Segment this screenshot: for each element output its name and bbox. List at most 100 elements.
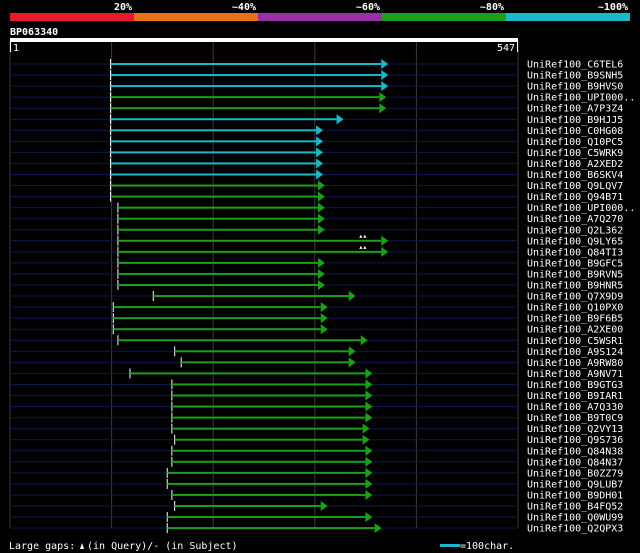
hit-row[interactable]: UniRef100_B9GTG3	[10, 379, 623, 391]
hit-name[interactable]: UniRef100_UPI000..	[527, 203, 635, 214]
hit-alignment-bar[interactable]	[174, 505, 321, 507]
hit-row[interactable]: UniRef100_B9IAR1	[10, 390, 623, 403]
hit-row[interactable]: UniRef100_Q84TI3	[10, 245, 623, 259]
hit-alignment-bar[interactable]	[167, 516, 366, 519]
hit-name[interactable]: UniRef100_C6TEL6	[527, 60, 623, 71]
hit-alignment-bar[interactable]	[113, 328, 321, 331]
hit-alignment-bar[interactable]	[181, 361, 349, 364]
hit-name[interactable]: UniRef100_B9RVN5	[527, 269, 623, 280]
hit-name[interactable]: UniRef100_B9GFC5	[527, 258, 623, 269]
hit-name[interactable]: UniRef100_Q2VY13	[527, 424, 623, 435]
hit-alignment-bar[interactable]	[167, 527, 375, 530]
hit-name[interactable]: UniRef100_B4FQ52	[527, 502, 623, 513]
hit-name[interactable]: UniRef100_A2XE00	[527, 325, 623, 336]
hit-alignment-bar[interactable]	[110, 63, 382, 65]
hit-row[interactable]: UniRef100_B9HNR5	[10, 280, 623, 292]
hit-row[interactable]: UniRef100_A9S124	[10, 346, 623, 358]
hit-row[interactable]: UniRef100_B0ZZ79	[10, 467, 623, 480]
hit-row[interactable]: UniRef100_B9HVS0	[10, 81, 623, 93]
hit-row[interactable]: UniRef100_B9RVN5	[10, 268, 623, 281]
hit-alignment-bar[interactable]	[171, 405, 366, 408]
hit-row[interactable]: UniRef100_A2XED2	[10, 158, 623, 170]
hit-name[interactable]: UniRef100_Q2L362	[527, 225, 623, 236]
hit-name[interactable]: UniRef100_B9SNH5	[527, 71, 623, 82]
hit-row[interactable]: UniRef100_Q94B71	[10, 191, 623, 204]
hit-name[interactable]: UniRef100_Q10PC5	[527, 137, 623, 148]
hit-row[interactable]: UniRef100_C5WSR1	[10, 335, 623, 347]
hit-row[interactable]: UniRef100_B9DH01	[10, 489, 623, 502]
hit-name[interactable]: UniRef100_B6SKV4	[527, 170, 623, 181]
hit-row[interactable]: UniRef100_Q9S736	[10, 434, 623, 447]
hit-alignment-bar[interactable]	[110, 195, 318, 198]
hit-row[interactable]: UniRef100_Q9LY65	[10, 234, 623, 248]
hit-alignment-bar[interactable]	[117, 206, 318, 209]
hit-alignment-bar[interactable]	[171, 394, 366, 397]
hit-alignment-bar[interactable]	[110, 96, 380, 99]
hit-alignment-bar[interactable]	[110, 118, 337, 121]
hit-alignment-bar[interactable]	[117, 228, 318, 231]
hit-row[interactable]: UniRef100_A9RW80	[10, 357, 623, 369]
hit-row[interactable]: UniRef100_B9T0C9	[10, 412, 623, 425]
hit-name[interactable]: UniRef100_A9RW80	[527, 358, 623, 369]
hit-name[interactable]: UniRef100_B9T0C9	[527, 413, 623, 424]
hit-name[interactable]: UniRef100_B9HVS0	[527, 82, 623, 93]
hit-alignment-bar[interactable]	[110, 184, 318, 187]
hit-alignment-bar[interactable]	[110, 162, 317, 165]
hit-alignment-bar[interactable]	[117, 339, 361, 342]
hit-row[interactable]: UniRef100_Q9LUB7	[10, 478, 623, 491]
hit-alignment-bar[interactable]	[167, 471, 366, 474]
hit-row[interactable]: UniRef100_A7Q330	[10, 401, 623, 414]
hit-name[interactable]: UniRef100_Q0WU99	[527, 513, 623, 524]
hit-name[interactable]: UniRef100_Q94B71	[527, 192, 623, 203]
hit-alignment-bar[interactable]	[110, 151, 317, 154]
hit-alignment-bar[interactable]	[171, 416, 366, 419]
hit-row[interactable]: UniRef100_Q7X9D9	[10, 291, 623, 303]
hit-row[interactable]: UniRef100_A7Q270	[10, 213, 623, 226]
hit-name[interactable]: UniRef100_Q2QPX3	[527, 524, 623, 535]
hit-alignment-bar[interactable]	[113, 317, 321, 320]
hit-row[interactable]: UniRef100_C5WRK9	[10, 147, 623, 159]
hit-alignment-bar[interactable]	[110, 74, 382, 77]
hit-row[interactable]: UniRef100_Q2QPX3	[10, 523, 623, 535]
hit-row[interactable]: UniRef100_Q10PC5	[10, 136, 623, 148]
hit-row[interactable]: UniRef100_Q10PX0	[10, 302, 623, 314]
hit-alignment-bar[interactable]	[171, 383, 366, 386]
hit-name[interactable]: UniRef100_Q9LQV7	[527, 181, 623, 192]
hit-name[interactable]: UniRef100_A7Q270	[527, 214, 623, 225]
hit-alignment-bar[interactable]	[171, 493, 366, 496]
hit-alignment-bar[interactable]	[117, 272, 318, 275]
hit-row[interactable]: UniRef100_B6SKV4	[10, 169, 623, 182]
hit-row[interactable]: UniRef100_A2XE00	[10, 324, 623, 336]
hit-alignment-bar[interactable]	[110, 140, 317, 143]
hit-name[interactable]: UniRef100_Q9LY65	[527, 236, 623, 247]
hit-alignment-bar[interactable]	[117, 284, 318, 286]
hit-name[interactable]: UniRef100_A7P3Z4	[527, 104, 623, 115]
hit-row[interactable]: UniRef100_B9GFC5	[10, 257, 623, 270]
hit-alignment-bar[interactable]	[117, 217, 318, 220]
hit-row[interactable]: UniRef100_A7P3Z4	[10, 103, 623, 115]
hit-name[interactable]: UniRef100_B0ZZ79	[527, 468, 623, 479]
hit-alignment-bar[interactable]	[167, 482, 366, 485]
hit-alignment-bar[interactable]	[130, 372, 366, 375]
hit-name[interactable]: UniRef100_B9GTG3	[527, 380, 623, 391]
hit-row[interactable]: UniRef100_B4FQ52	[10, 501, 623, 513]
hit-alignment-bar[interactable]	[174, 350, 349, 353]
hit-name[interactable]: UniRef100_UPI000..	[527, 93, 635, 104]
hit-name[interactable]: UniRef100_Q84TI3	[527, 247, 623, 258]
hit-alignment-bar[interactable]	[117, 261, 318, 264]
hit-row[interactable]: UniRef100_Q84N38	[10, 445, 623, 458]
hit-alignment-bar[interactable]	[110, 107, 380, 110]
hit-row[interactable]: UniRef100_UPI000..	[10, 92, 635, 104]
hit-name[interactable]: UniRef100_B9F6B5	[527, 314, 623, 325]
hit-name[interactable]: UniRef100_C5WSR1	[527, 336, 623, 347]
hit-alignment-bar[interactable]	[110, 85, 382, 88]
hit-alignment-bar[interactable]	[174, 438, 363, 441]
hit-alignment-bar[interactable]	[113, 306, 321, 309]
hit-row[interactable]: UniRef100_A9NV71	[10, 368, 623, 380]
hit-alignment-bar[interactable]	[110, 173, 317, 176]
hit-name[interactable]: UniRef100_A9S124	[527, 347, 623, 358]
hit-name[interactable]: UniRef100_B9DH01	[527, 490, 623, 501]
hit-name[interactable]: UniRef100_Q9S736	[527, 435, 623, 446]
hit-name[interactable]: UniRef100_Q10PX0	[527, 303, 623, 314]
hit-row[interactable]: UniRef100_C0HG08	[10, 125, 623, 137]
